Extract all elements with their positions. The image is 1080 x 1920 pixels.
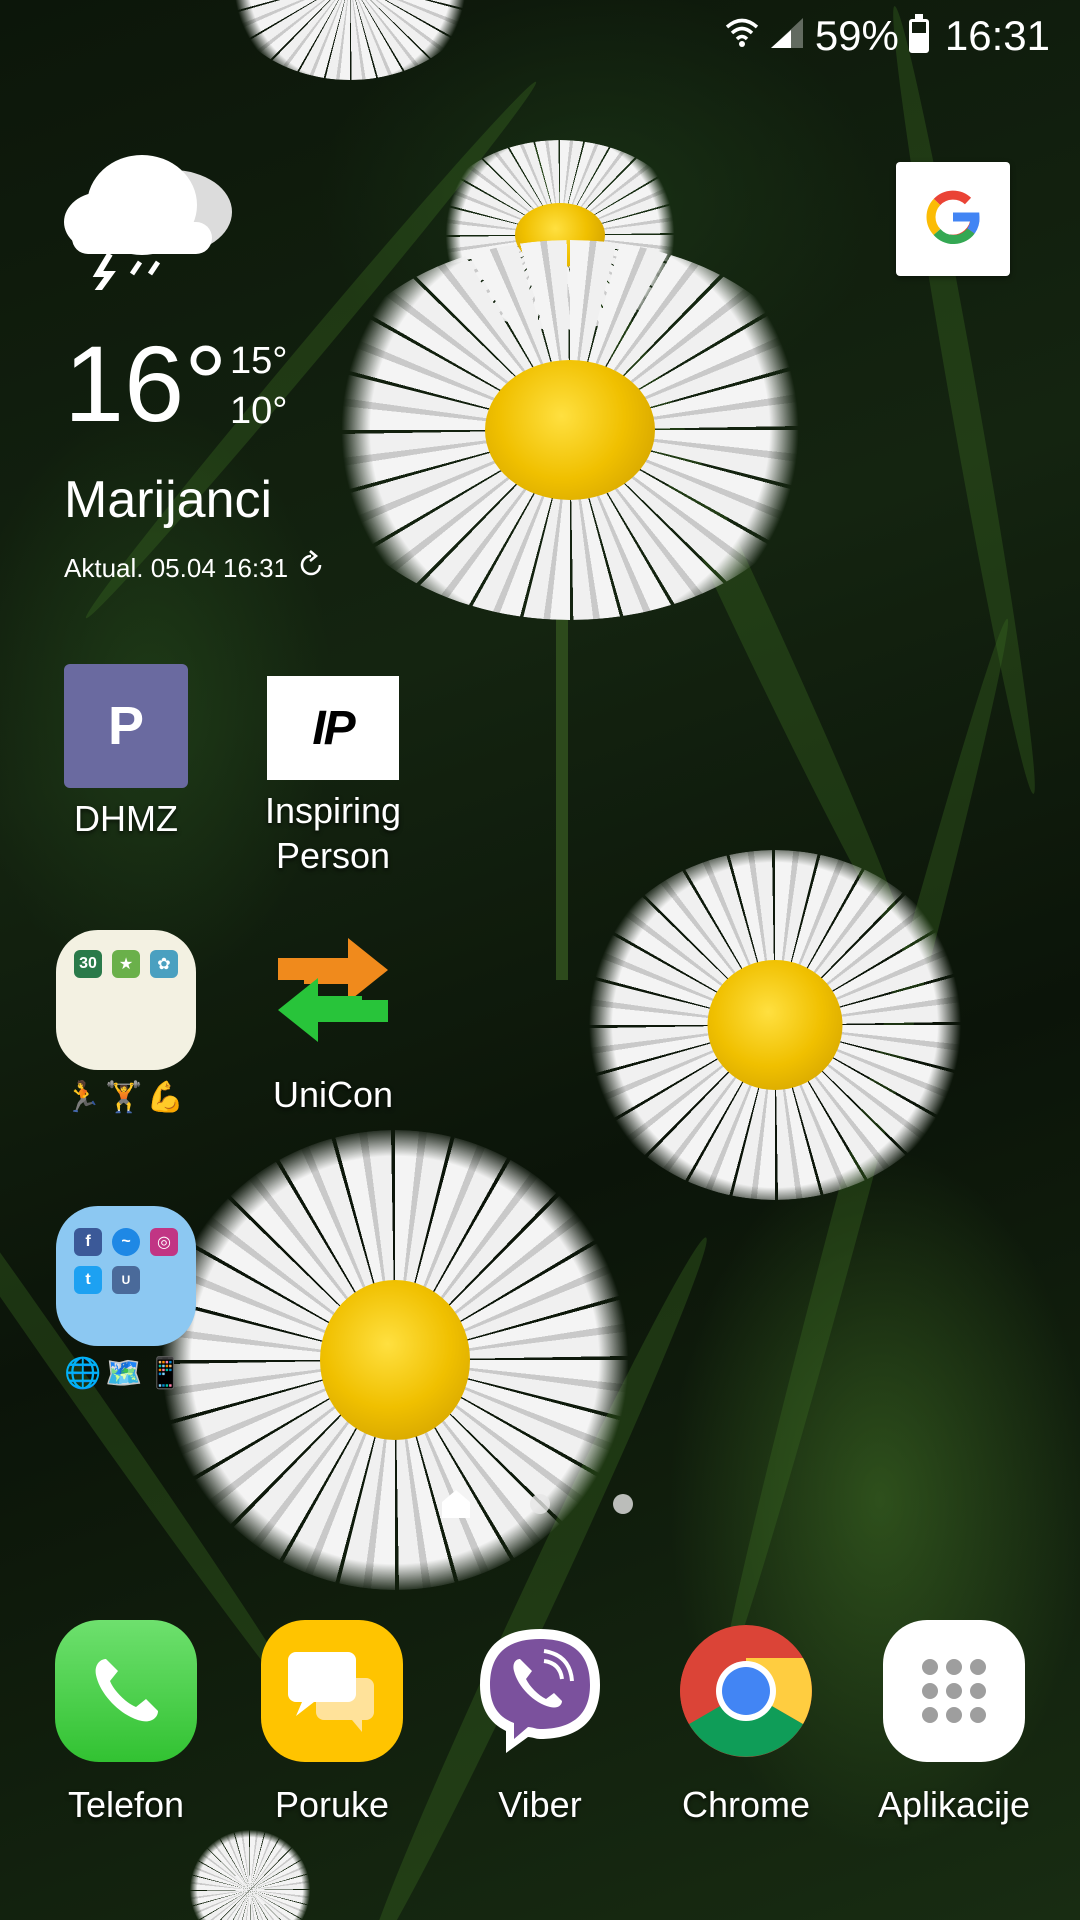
dock-label: Aplikacije xyxy=(877,1784,1031,1825)
facebook-icon: f xyxy=(74,1228,102,1256)
messages-icon xyxy=(261,1620,403,1762)
dock-app-aplikacije[interactable]: Aplikacije xyxy=(854,1620,1054,1826)
current-temperature: 16° xyxy=(64,323,228,444)
app-inspiring-person[interactable]: IP Inspiring Person xyxy=(238,664,428,878)
wifi-icon xyxy=(725,12,759,60)
app-dhmz[interactable]: P DHMZ xyxy=(31,664,221,841)
dhmz-app-icon: P xyxy=(64,664,188,788)
refresh-icon[interactable] xyxy=(296,550,326,587)
folder-social[interactable]: f ~ ◎ t U 🌐🗺️📱 xyxy=(31,1206,221,1391)
dock-app-poruke[interactable]: Poruke xyxy=(232,1620,432,1826)
app-unicon[interactable]: UniCon xyxy=(238,930,428,1117)
updated-text: Aktual. 05.04 16:31 xyxy=(64,553,289,583)
page-dot[interactable] xyxy=(530,1494,550,1514)
dock-app-viber[interactable]: Viber xyxy=(440,1620,640,1826)
yoga-app-icon: ✿ xyxy=(150,950,178,978)
unicon-arrows-icon xyxy=(268,930,398,1056)
daisy-image xyxy=(190,1830,310,1920)
unknown-u-app-icon: U xyxy=(112,1266,140,1294)
phone-icon xyxy=(55,1620,197,1762)
app-label: UniCon xyxy=(272,1074,394,1115)
status-bar: 59% 16:31 xyxy=(0,0,1080,76)
home-page-icon[interactable] xyxy=(440,1488,472,1525)
dock-label: Viber xyxy=(498,1784,582,1825)
app-30-day-icon: 30 xyxy=(74,950,102,978)
low-temperature: 10° xyxy=(230,390,288,432)
high-temperature: 15° xyxy=(230,340,288,382)
viber-icon xyxy=(469,1620,611,1762)
thunderstorm-cloud-icon xyxy=(62,150,242,298)
folder-fitness[interactable]: 30 ★ ✿ 🏃🏋💪 xyxy=(31,930,221,1115)
inspiring-person-app-icon: IP xyxy=(267,676,399,780)
signal-icon xyxy=(769,12,805,60)
dock-app-telefon[interactable]: Telefon xyxy=(26,1620,226,1826)
weather-widget[interactable]: 16° 15° 10° Marijanci Aktual. 05.04 16:3… xyxy=(62,140,402,583)
dock-label: Telefon xyxy=(67,1784,185,1825)
google-g-icon xyxy=(923,187,983,252)
weather-location: Marijanci xyxy=(64,471,273,529)
page-dot[interactable] xyxy=(613,1494,633,1514)
weather-updated: Aktual. 05.04 16:31 xyxy=(64,550,326,587)
apps-grid-icon xyxy=(883,1620,1025,1762)
battery-percent: 59% xyxy=(814,12,899,59)
page-indicator xyxy=(0,1488,1080,1522)
folder-icon: 30 ★ ✿ xyxy=(56,930,196,1070)
folder-icon: f ~ ◎ t U xyxy=(56,1206,196,1346)
chrome-icon xyxy=(675,1620,817,1762)
folder-name: 🌐🗺️📱 xyxy=(63,1357,189,1390)
app-label: Inspiring Person xyxy=(264,790,402,876)
fitness-app-icon: ★ xyxy=(112,950,140,978)
dock-label: Poruke xyxy=(274,1784,390,1825)
ip-logo-text: IP xyxy=(312,701,355,755)
app-label: DHMZ xyxy=(74,798,178,839)
dhmz-icon-letter: P xyxy=(107,696,145,756)
dock-label: Chrome xyxy=(681,1784,811,1825)
dock-app-chrome[interactable]: Chrome xyxy=(646,1620,846,1826)
messenger-icon: ~ xyxy=(112,1228,140,1256)
daisy-image xyxy=(580,850,970,1200)
folder-name: 🏃🏋💪 xyxy=(63,1081,189,1114)
google-search-button[interactable] xyxy=(896,162,1010,276)
instagram-icon: ◎ xyxy=(150,1228,178,1256)
clock: 16:31 xyxy=(944,12,1050,59)
battery-icon xyxy=(908,14,929,53)
twitter-icon: t xyxy=(74,1266,102,1294)
